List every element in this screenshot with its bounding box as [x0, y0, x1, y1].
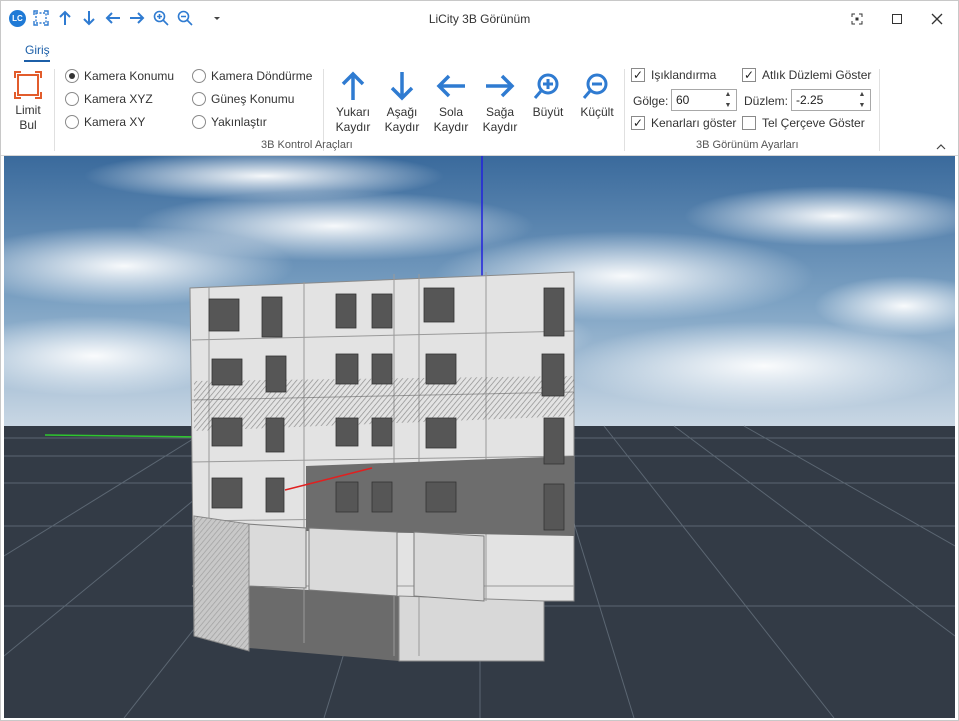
title-bar: LC LiCity 3B Görünüm	[1, 1, 958, 37]
building-model	[189, 271, 575, 662]
limit-bul-label-2: Bul	[19, 118, 37, 132]
nav-label-1: Yukarı	[335, 105, 371, 119]
nav-label-1: Büyüt	[532, 105, 564, 119]
radio-label: Kamera XY	[84, 115, 146, 129]
radio-gunes-konumu[interactable]: Güneş Konumu	[192, 92, 294, 106]
radio-yakinlastir[interactable]: Yakınlaştır	[192, 115, 267, 129]
radio-label: Kamera XYZ	[84, 92, 153, 106]
radio-kamera-konumu[interactable]: Kamera Konumu	[65, 69, 174, 83]
radio-label: Kamera Konumu	[84, 69, 175, 83]
nav-label-1: Küçült	[580, 105, 614, 119]
window-title: LiCity 3B Görünüm	[428, 12, 531, 26]
nav-label-1: Sola	[438, 105, 464, 119]
edges-checkbox[interactable]: ✓ Kenarları göster	[631, 116, 736, 130]
tab-home[interactable]: Giriş	[25, 43, 50, 57]
zoom-out-icon	[573, 67, 621, 105]
nav-label-2: Kaydır	[335, 120, 371, 134]
shadow-input[interactable]	[672, 92, 722, 108]
checkbox-label: Kenarları göster	[651, 116, 737, 130]
checkbox-indicator: ✓	[742, 68, 756, 82]
radio-indicator	[65, 69, 79, 83]
radio-label: Kamera Döndürme	[211, 69, 313, 83]
separator	[879, 69, 880, 151]
limit-icon	[5, 67, 51, 103]
3d-viewport[interactable]	[4, 156, 955, 718]
radio-label: Güneş Konumu	[211, 92, 295, 106]
checkbox-indicator: ✓	[631, 68, 645, 82]
radio-indicator	[65, 92, 79, 106]
radio-label: Yakınlaştır	[211, 115, 267, 129]
app-window: LC LiCity 3B Görünüm Giriş Limit Bul Kam…	[0, 0, 959, 721]
asagi-kaydir-button[interactable]: Aşağı Kaydır	[378, 67, 426, 137]
group-label-3b-gorunum: 3B Görünüm Ayarları	[696, 139, 799, 151]
radio-indicator	[65, 115, 79, 129]
wireframe-checkbox[interactable]: Tel Çerçeve Göster	[742, 116, 865, 130]
shadow-spinner[interactable]: ▲▼	[671, 89, 737, 111]
nav-label-2: Kaydır	[433, 120, 469, 134]
shadow-label: Gölge:	[633, 94, 669, 108]
level-input[interactable]	[792, 92, 854, 108]
separator	[54, 69, 55, 151]
radio-indicator	[192, 69, 206, 83]
checkbox-label: Tel Çerçeve Göster	[762, 116, 865, 130]
nav-label-1: Aşağı	[386, 105, 418, 119]
arrow-left-icon	[427, 67, 475, 105]
checkbox-indicator: ✓	[631, 116, 645, 130]
sola-kaydir-button[interactable]: Sola Kaydır	[427, 67, 475, 137]
spinner-arrows[interactable]: ▲ ▼	[722, 91, 734, 109]
radio-indicator	[192, 115, 206, 129]
ribbon: Limit Bul Kamera Konumu Kamera XYZ Kamer…	[1, 63, 958, 156]
focus-icon[interactable]	[837, 7, 877, 31]
limit-bul-button[interactable]: Limit Bul	[5, 67, 51, 137]
radio-kamera-xyz[interactable]: Kamera XYZ	[65, 92, 153, 106]
radio-kamera-xy[interactable]: Kamera XY	[65, 115, 145, 129]
close-button[interactable]	[917, 7, 957, 31]
limit-bul-label-1: Limit	[15, 103, 41, 117]
arrow-right-icon	[476, 67, 524, 105]
checkbox-label: Atlık Düzlemi Göster	[762, 68, 872, 82]
zoom-in-icon	[524, 67, 572, 105]
maximize-button[interactable]	[877, 7, 917, 31]
yukari-kaydir-button[interactable]: Yukarı Kaydır	[329, 67, 377, 137]
arrow-down-icon	[378, 67, 426, 105]
level-spinner[interactable]: ▲▼	[791, 89, 871, 111]
lighting-checkbox[interactable]: ✓ Işıklandırma	[631, 68, 716, 82]
active-tab-indicator	[24, 60, 50, 62]
saga-kaydir-button[interactable]: Sağa Kaydır	[476, 67, 524, 137]
radio-kamera-dondurme[interactable]: Kamera Döndürme	[192, 69, 312, 83]
radio-indicator	[192, 92, 206, 106]
kucult-button[interactable]: Küçült	[573, 67, 621, 137]
spinner-arrows[interactable]: ▲ ▼	[856, 91, 868, 109]
buyut-button[interactable]: Büyüt	[524, 67, 572, 137]
ribbon-tab-row: Giriş	[1, 37, 958, 63]
nav-label-2: Kaydır	[482, 120, 518, 134]
group-label-3b-kontrol: 3B Kontrol Araçları	[261, 139, 353, 151]
nav-label-2: Kaydır	[384, 120, 420, 134]
3d-scene[interactable]	[4, 156, 955, 718]
collapse-ribbon-button[interactable]	[933, 139, 949, 153]
level-label: Düzlem:	[744, 94, 789, 108]
arrow-up-icon	[329, 67, 377, 105]
checkbox-indicator	[742, 116, 756, 130]
nav-label-1: Sağa	[485, 105, 515, 119]
plane-checkbox[interactable]: ✓ Atlık Düzlemi Göster	[742, 68, 871, 82]
separator	[624, 69, 625, 151]
checkbox-label: Işıklandırma	[651, 68, 717, 82]
